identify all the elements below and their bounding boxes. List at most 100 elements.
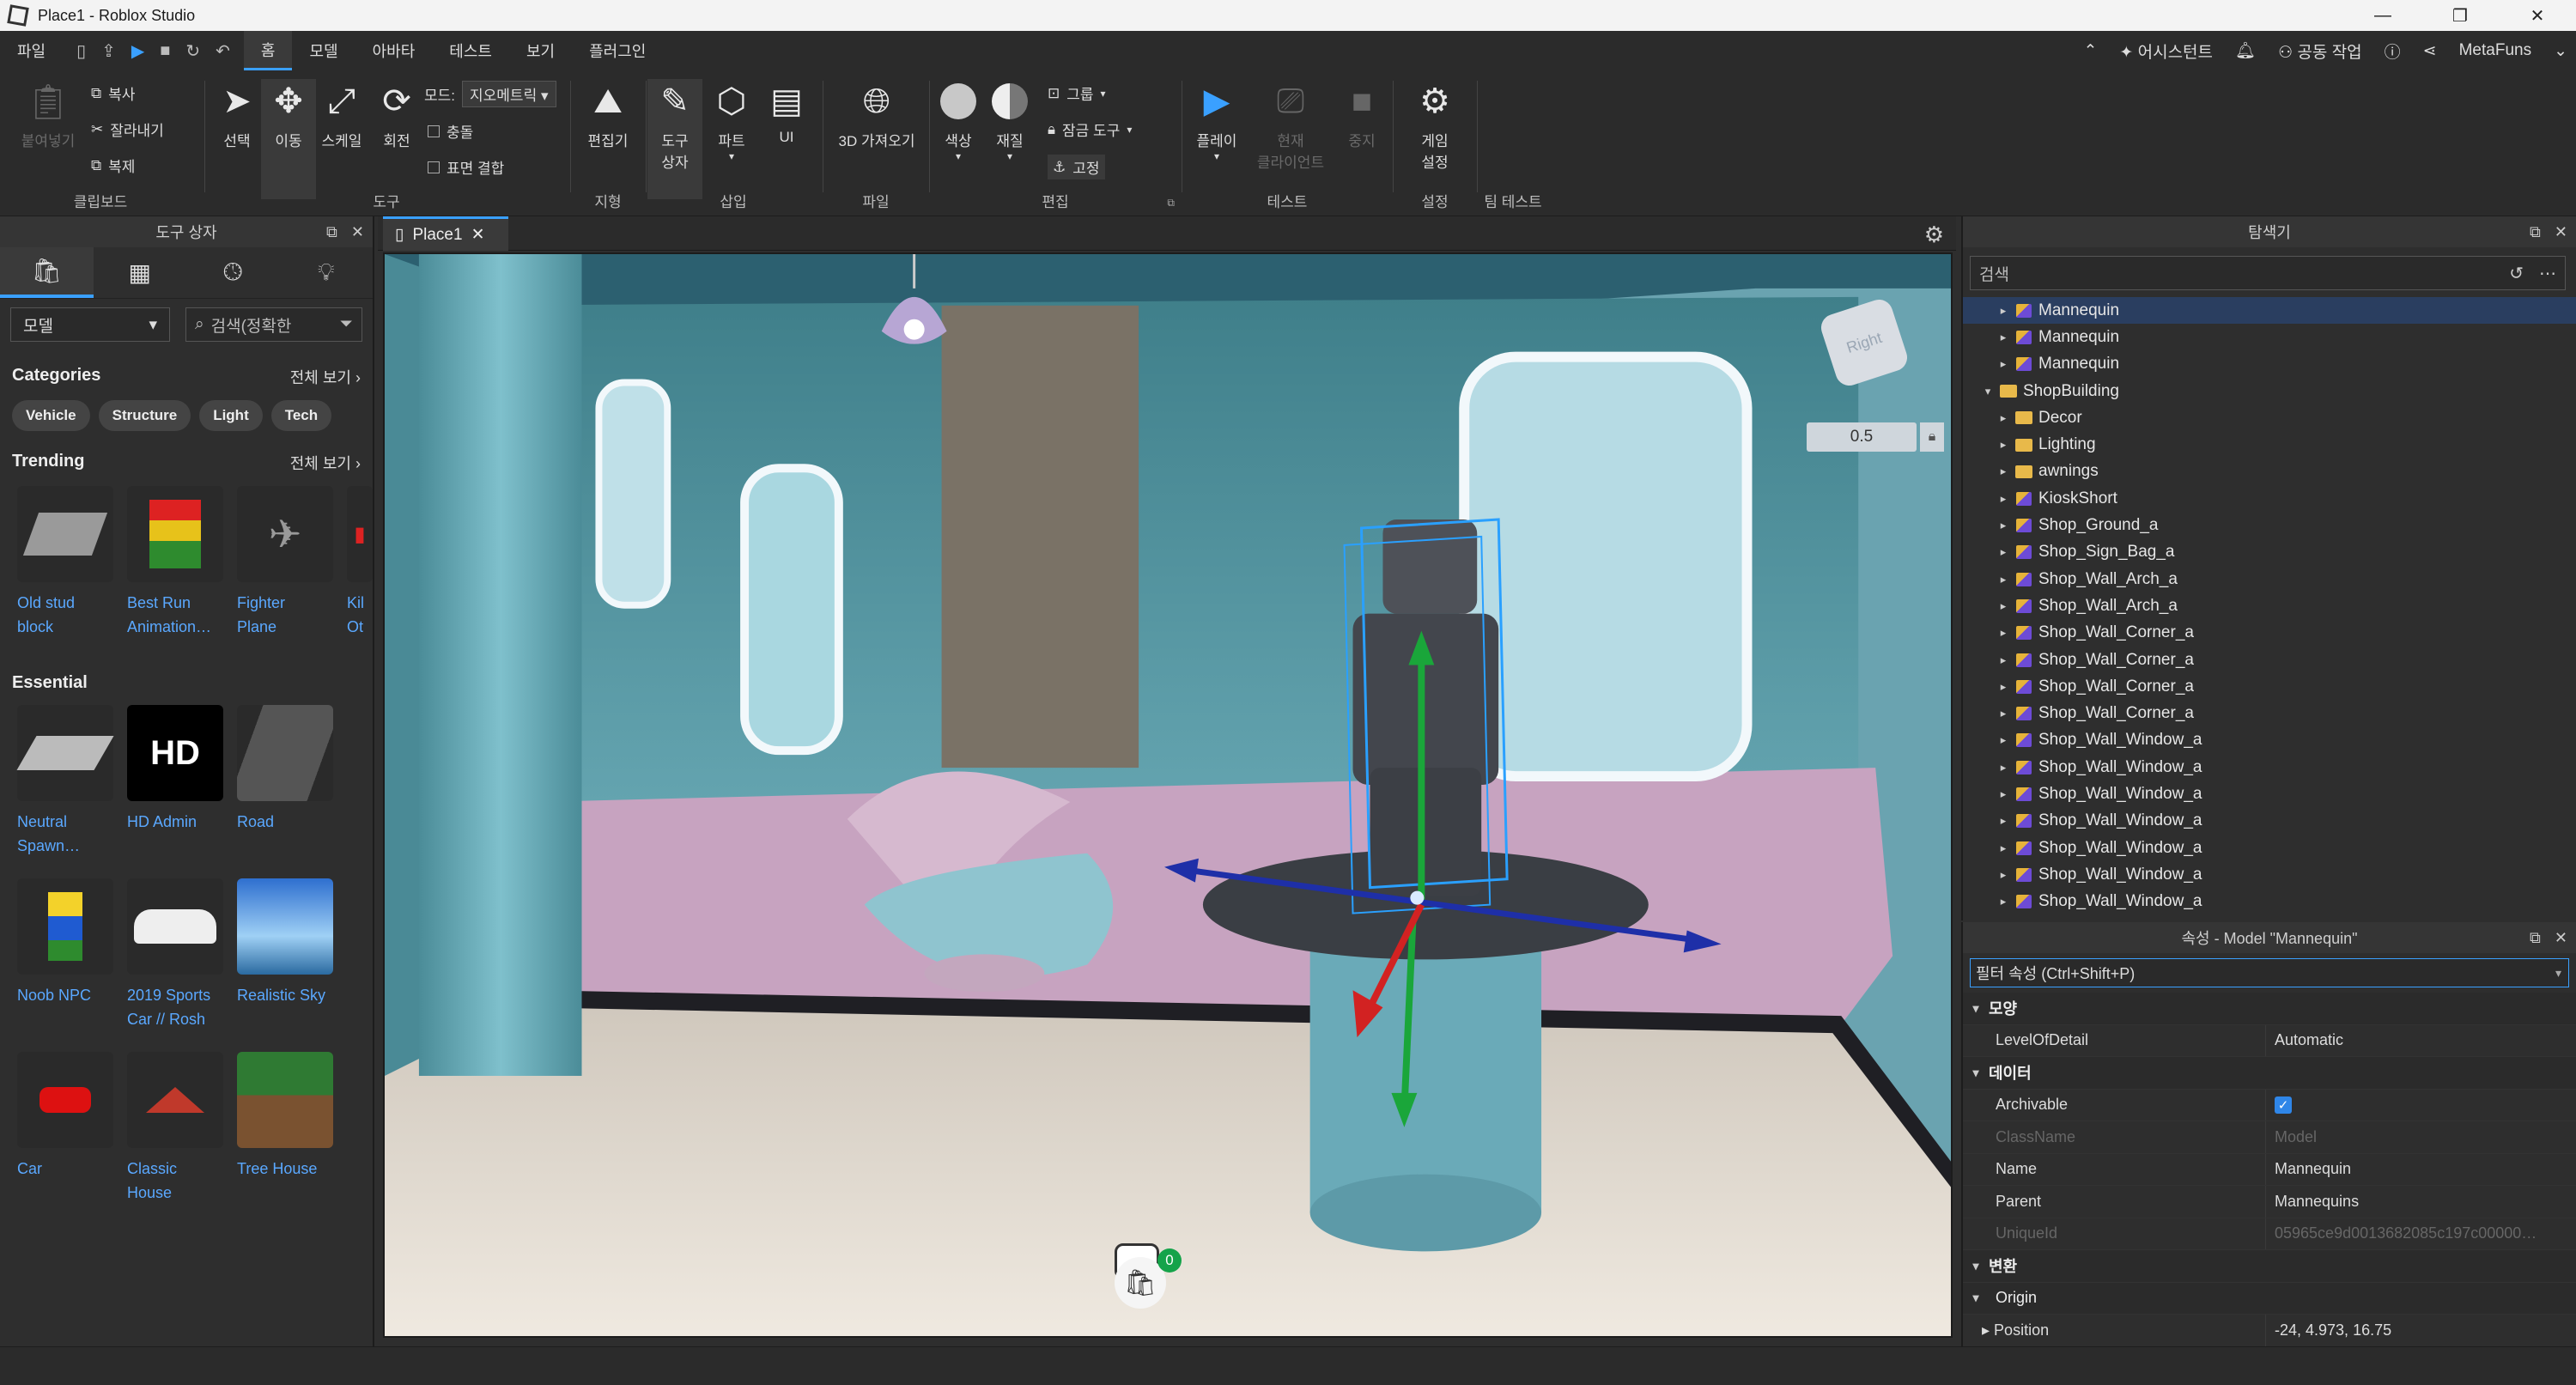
- tab-creations[interactable]: 💡︎: [280, 247, 374, 298]
- pop-out-icon[interactable]: ⧉: [2530, 223, 2541, 241]
- quick-stop-icon[interactable]: ■: [160, 41, 170, 61]
- categories-see-all-link[interactable]: 전체 보기 ›: [290, 366, 361, 388]
- collapsed-arrow-icon[interactable]: ▸: [1994, 761, 2013, 775]
- lock-icon[interactable]: 🔒︎: [1920, 422, 1944, 452]
- explorer-item[interactable]: ▾ ShopBuilding: [1963, 378, 2576, 404]
- copy-button[interactable]: ⧉ 복사: [91, 82, 135, 104]
- property-filter-input[interactable]: 필터 속성 (Ctrl+Shift+P) ▾: [1970, 958, 2569, 987]
- terrain-editor-button[interactable]: ⛰ 편집기: [580, 79, 635, 150]
- duplicate-button[interactable]: ⧉ 복제: [91, 155, 135, 176]
- property-row[interactable]: ClassName Model: [1963, 1121, 2576, 1154]
- explorer-item[interactable]: ▸ Shop_Wall_Window_a: [1963, 754, 2576, 781]
- undo-icon[interactable]: ↶: [216, 40, 230, 62]
- property-category[interactable]: ▾ 데이터: [1963, 1057, 2576, 1090]
- trending-see-all-link[interactable]: 전체 보기 ›: [290, 452, 361, 474]
- explorer-item[interactable]: ▸ Shop_Wall_Arch_a: [1963, 566, 2576, 592]
- assistant-button[interactable]: ✦ 어시스턴트: [2119, 39, 2213, 63]
- expanded-arrow-icon[interactable]: ▾: [1963, 1001, 1989, 1016]
- explorer-search-input[interactable]: 검색 ↺ ⋯: [1970, 256, 2566, 290]
- chevron-down-icon[interactable]: ▾: [2555, 966, 2561, 981]
- expanded-arrow-icon[interactable]: ▾: [1963, 1291, 1989, 1305]
- help-icon[interactable]: ⓘ: [2385, 39, 2401, 63]
- color-button[interactable]: 색상 ▾: [931, 79, 986, 162]
- collisions-checkbox[interactable]: [428, 125, 440, 137]
- scale-tool-button[interactable]: ⤢ 스케일: [314, 79, 369, 150]
- collapsed-arrow-icon[interactable]: ▸: [1994, 438, 2013, 452]
- explorer-item[interactable]: ▸ Shop_Wall_Arch_a: [1963, 592, 2576, 619]
- asset-tile[interactable]: Best Run Animation…: [127, 486, 223, 639]
- collapsed-arrow-icon[interactable]: ▸: [1994, 357, 2013, 371]
- asset-tile[interactable]: ▮ Kil Ot: [347, 486, 373, 639]
- menu-view[interactable]: 보기: [509, 31, 572, 70]
- menu-file[interactable]: 파일: [0, 31, 63, 70]
- property-row[interactable]: Name Mannequin: [1963, 1153, 2576, 1186]
- collapsed-arrow-icon[interactable]: ▸: [1994, 707, 2013, 720]
- toolbox-button[interactable]: ✎ 도구 상자: [647, 79, 702, 199]
- tab-recent[interactable]: 🕓︎: [186, 247, 280, 298]
- collapsed-arrow-icon[interactable]: ▸: [1994, 465, 2013, 478]
- property-value[interactable]: -24, 4.973, 16.75: [2265, 1315, 2576, 1346]
- collapsed-arrow-icon[interactable]: ▸: [1994, 626, 2013, 640]
- close-icon[interactable]: ✕: [351, 223, 364, 241]
- join-surfaces-toggle[interactable]: 표면 결합: [428, 156, 504, 178]
- explorer-item[interactable]: ▸ Shop_Wall_Corner_a: [1963, 647, 2576, 673]
- maximize-button[interactable]: ❐: [2421, 0, 2499, 31]
- pop-out-icon[interactable]: ⧉: [2530, 929, 2541, 947]
- collapsed-arrow-icon[interactable]: ▸: [1994, 599, 2013, 613]
- asset-tile[interactable]: ✈︎ Fighter Plane: [237, 486, 333, 639]
- property-subcategory[interactable]: ▾ Origin: [1963, 1282, 2576, 1315]
- collapsed-arrow-icon[interactable]: ▸: [1994, 841, 2013, 855]
- collapsed-arrow-icon[interactable]: ▸: [1994, 733, 2013, 747]
- material-button[interactable]: 재질 ▾: [982, 79, 1037, 162]
- tab-marketplace[interactable]: 🛍︎: [0, 247, 94, 298]
- share-icon[interactable]: ⋖: [2423, 41, 2437, 61]
- scene-render[interactable]: [385, 254, 1951, 1336]
- tab-inventory[interactable]: ▦: [94, 247, 187, 298]
- asset-tile[interactable]: HD HD Admin: [127, 705, 223, 858]
- select-tool-button[interactable]: ➤ 선택: [210, 79, 264, 150]
- paste-button[interactable]: 📋︎ 붙여넣기: [21, 79, 76, 150]
- property-row[interactable]: ▸ Position -24, 4.973, 16.75: [1963, 1315, 2576, 1347]
- explorer-item[interactable]: ▸ Lighting: [1963, 431, 2576, 458]
- property-category[interactable]: ▾ 변환: [1963, 1250, 2576, 1283]
- explorer-item[interactable]: ▸ Shop_Ground_a: [1963, 512, 2576, 538]
- dialog-launcher-icon[interactable]: ⧉: [1167, 197, 1175, 210]
- asset-tile[interactable]: Noob NPC: [17, 878, 113, 1031]
- asset-tile[interactable]: Road: [237, 705, 333, 858]
- close-window-button[interactable]: ✕: [2499, 0, 2576, 31]
- anchor-button[interactable]: ⚓︎ 고정: [1048, 155, 1105, 179]
- more-options-icon[interactable]: ⋯: [2539, 263, 2556, 284]
- menu-avatar[interactable]: 아바타: [355, 31, 433, 70]
- explorer-item[interactable]: ▸ Mannequin: [1963, 324, 2576, 350]
- chip-light[interactable]: Light: [199, 400, 263, 431]
- chevron-down-icon[interactable]: ▾: [1187, 150, 1247, 162]
- mode-dropdown[interactable]: 지오메트릭 ▾: [462, 81, 556, 107]
- chevron-down-icon[interactable]: ▾: [931, 150, 986, 162]
- collapsed-arrow-icon[interactable]: ▸: [1994, 545, 2013, 559]
- close-icon[interactable]: ✕: [2555, 929, 2567, 947]
- chevron-down-icon[interactable]: ▾: [704, 150, 759, 162]
- archivable-checkbox[interactable]: ✓: [2275, 1096, 2292, 1114]
- menu-plugins[interactable]: 플러그인: [572, 31, 663, 70]
- explorer-item[interactable]: ▸ Mannequin: [1963, 297, 2576, 325]
- chip-vehicle[interactable]: Vehicle: [12, 400, 90, 431]
- collapsed-arrow-icon[interactable]: ▸: [1994, 895, 2013, 908]
- asset-tile[interactable]: 2019 Sports Car // Rosh: [127, 878, 223, 1031]
- explorer-item[interactable]: ▸ Shop_Wall_Window_a: [1963, 835, 2576, 861]
- cut-button[interactable]: ✂ 잘라내기: [91, 118, 164, 140]
- property-value[interactable]: Automatic: [2265, 1024, 2576, 1056]
- explorer-item[interactable]: ▸ KioskShort: [1963, 485, 2576, 512]
- asset-tile[interactable]: Realistic Sky: [237, 878, 333, 1031]
- expanded-arrow-icon[interactable]: ▾: [1963, 1259, 1989, 1273]
- group-button[interactable]: ⊡ 그룹 ▾: [1048, 82, 1106, 104]
- close-icon[interactable]: ✕: [2555, 223, 2567, 241]
- asset-tile[interactable]: Classic House: [127, 1052, 223, 1205]
- filter-icon[interactable]: ⏷: [340, 315, 353, 334]
- asset-tile[interactable]: Car: [17, 1052, 113, 1205]
- ui-button[interactable]: ▤ UI: [759, 79, 814, 146]
- collapse-ribbon-icon[interactable]: ⌃: [2083, 41, 2097, 61]
- notifications-icon[interactable]: 🔔︎: [2235, 40, 2256, 61]
- lock-tool-button[interactable]: 🔒︎ 잠금 도구 ▾: [1048, 118, 1132, 140]
- explorer-item[interactable]: ▸ Shop_Wall_Corner_a: [1963, 620, 2576, 647]
- property-category[interactable]: ▾ 모양: [1963, 993, 2576, 1025]
